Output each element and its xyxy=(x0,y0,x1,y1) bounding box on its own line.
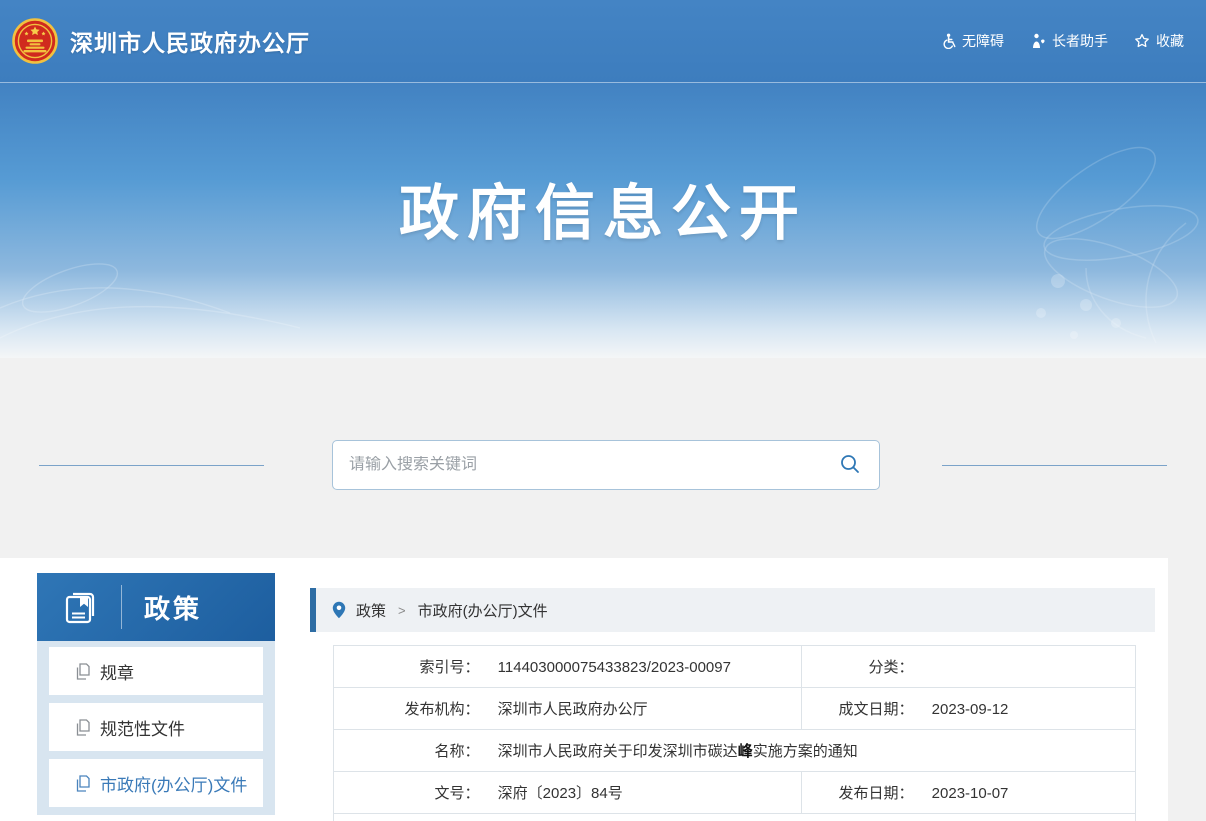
content-area: 政策 规章 规范性文件 xyxy=(0,558,1206,821)
table-row-issuer: 发布机构： 深圳市人民政府办公厅 成文日期： 2023-09-12 xyxy=(333,688,1135,730)
issue-date-label: 成文日期： xyxy=(802,698,914,719)
partial-cell xyxy=(333,814,1135,821)
accessibility-link[interactable]: 无障碍 xyxy=(940,31,1004,51)
index-number-value: 114403000075433823/2023-00097 xyxy=(498,659,731,676)
top-header-bar: 深圳市人民政府办公厅 无障碍 长者助手 收藏 xyxy=(0,0,1206,83)
document-icon xyxy=(75,719,91,736)
star-icon xyxy=(1134,33,1150,49)
sidebar-item-label: 市政府(办公厅)文件 xyxy=(100,771,247,796)
document-title-suffix: 实施方案的通知 xyxy=(753,743,858,760)
book-icon xyxy=(59,585,103,629)
national-emblem-logo xyxy=(12,18,58,64)
site-title[interactable]: 深圳市人民政府办公厅 xyxy=(70,24,310,58)
issue-date-value: 2023-09-12 xyxy=(932,701,1009,718)
document-icon xyxy=(75,775,91,792)
page-title: 政府信息公开 xyxy=(0,83,1206,252)
document-title-value: 深圳市人民政府关于印发深圳市碳达峰实施方案的通知 xyxy=(498,743,858,760)
decorative-line-right xyxy=(942,465,1167,466)
breadcrumb-root-link[interactable]: 政策 xyxy=(356,600,386,621)
utility-links: 无障碍 长者助手 收藏 xyxy=(940,31,1184,51)
document-number-cell: 文号： 深府〔2023〕84号 xyxy=(333,772,801,814)
document-icon xyxy=(75,663,91,680)
main-panel: 政策 > 市政府(办公厅)文件 索引号： 114403000075433823/… xyxy=(300,573,1168,821)
sidebar-item-label: 规范性文件 xyxy=(100,715,185,740)
breadcrumb-current-link[interactable]: 市政府(办公厅)文件 xyxy=(418,600,548,621)
search-section xyxy=(0,358,1206,558)
publish-date-value: 2023-10-07 xyxy=(932,785,1009,802)
issue-date-cell: 成文日期： 2023-09-12 xyxy=(801,688,1135,730)
document-number-value: 深府〔2023〕84号 xyxy=(498,785,623,802)
elder-assistant-label: 长者助手 xyxy=(1052,31,1108,51)
document-number-label: 文号： xyxy=(334,782,480,803)
search-box xyxy=(332,440,880,490)
accessibility-label: 无障碍 xyxy=(962,31,1004,51)
sidebar-header: 政策 xyxy=(37,573,275,641)
sidebar-item-label: 规章 xyxy=(100,659,134,684)
index-number-cell: 索引号： 114403000075433823/2023-00097 xyxy=(333,646,801,688)
sidebar: 政策 规章 规范性文件 xyxy=(37,573,275,821)
search-button[interactable] xyxy=(837,451,863,480)
index-number-label: 索引号： xyxy=(334,656,480,677)
accessibility-icon xyxy=(940,33,956,49)
elder-assistant-link[interactable]: 长者助手 xyxy=(1030,31,1108,51)
document-title-cell: 名称： 深圳市人民政府关于印发深圳市碳达峰实施方案的通知 xyxy=(333,730,1135,772)
document-title-prefix: 深圳市人民政府关于印发深圳市碳达 xyxy=(498,743,738,760)
table-row-title: 名称： 深圳市人民政府关于印发深圳市碳达峰实施方案的通知 xyxy=(333,730,1135,772)
sidebar-item-municipal-gov-documents[interactable]: 市政府(办公厅)文件 xyxy=(49,759,263,807)
vertical-divider xyxy=(121,585,122,629)
category-cell: 分类： xyxy=(801,646,1135,688)
sidebar-menu: 规章 规范性文件 市政府(办公厅)文件 xyxy=(37,641,275,815)
sidebar-item-regulations[interactable]: 规章 xyxy=(49,647,263,695)
category-label: 分类： xyxy=(802,656,914,677)
favorite-label: 收藏 xyxy=(1156,31,1184,51)
right-gutter xyxy=(1168,558,1206,821)
search-icon xyxy=(839,453,861,475)
sidebar-item-normative-documents[interactable]: 规范性文件 xyxy=(49,703,263,751)
document-title-label: 名称： xyxy=(334,740,480,761)
issuing-agency-label: 发布机构： xyxy=(334,698,480,719)
favorite-link[interactable]: 收藏 xyxy=(1134,31,1184,51)
table-row-index: 索引号： 114403000075433823/2023-00097 分类： xyxy=(333,646,1135,688)
issuing-agency-cell: 发布机构： 深圳市人民政府办公厅 xyxy=(333,688,801,730)
document-meta-table: 索引号： 114403000075433823/2023-00097 分类： 发… xyxy=(333,645,1136,821)
breadcrumb: 政策 > 市政府(办公厅)文件 xyxy=(310,588,1155,632)
publish-date-cell: 发布日期： 2023-10-07 xyxy=(801,772,1135,814)
banner: 政府信息公开 xyxy=(0,83,1206,358)
document-title-highlight: 峰 xyxy=(738,743,753,760)
search-input[interactable] xyxy=(349,456,837,474)
issuing-agency-value: 深圳市人民政府办公厅 xyxy=(498,701,648,718)
location-pin-icon xyxy=(332,601,346,619)
sidebar-title: 政策 xyxy=(144,589,202,626)
decorative-line-left xyxy=(39,465,264,466)
elder-assistant-icon xyxy=(1030,33,1046,49)
publish-date-label: 发布日期： xyxy=(802,782,914,803)
table-row-partial xyxy=(333,814,1135,821)
table-row-doc-number: 文号： 深府〔2023〕84号 发布日期： 2023-10-07 xyxy=(333,772,1135,814)
breadcrumb-separator: > xyxy=(398,603,406,618)
